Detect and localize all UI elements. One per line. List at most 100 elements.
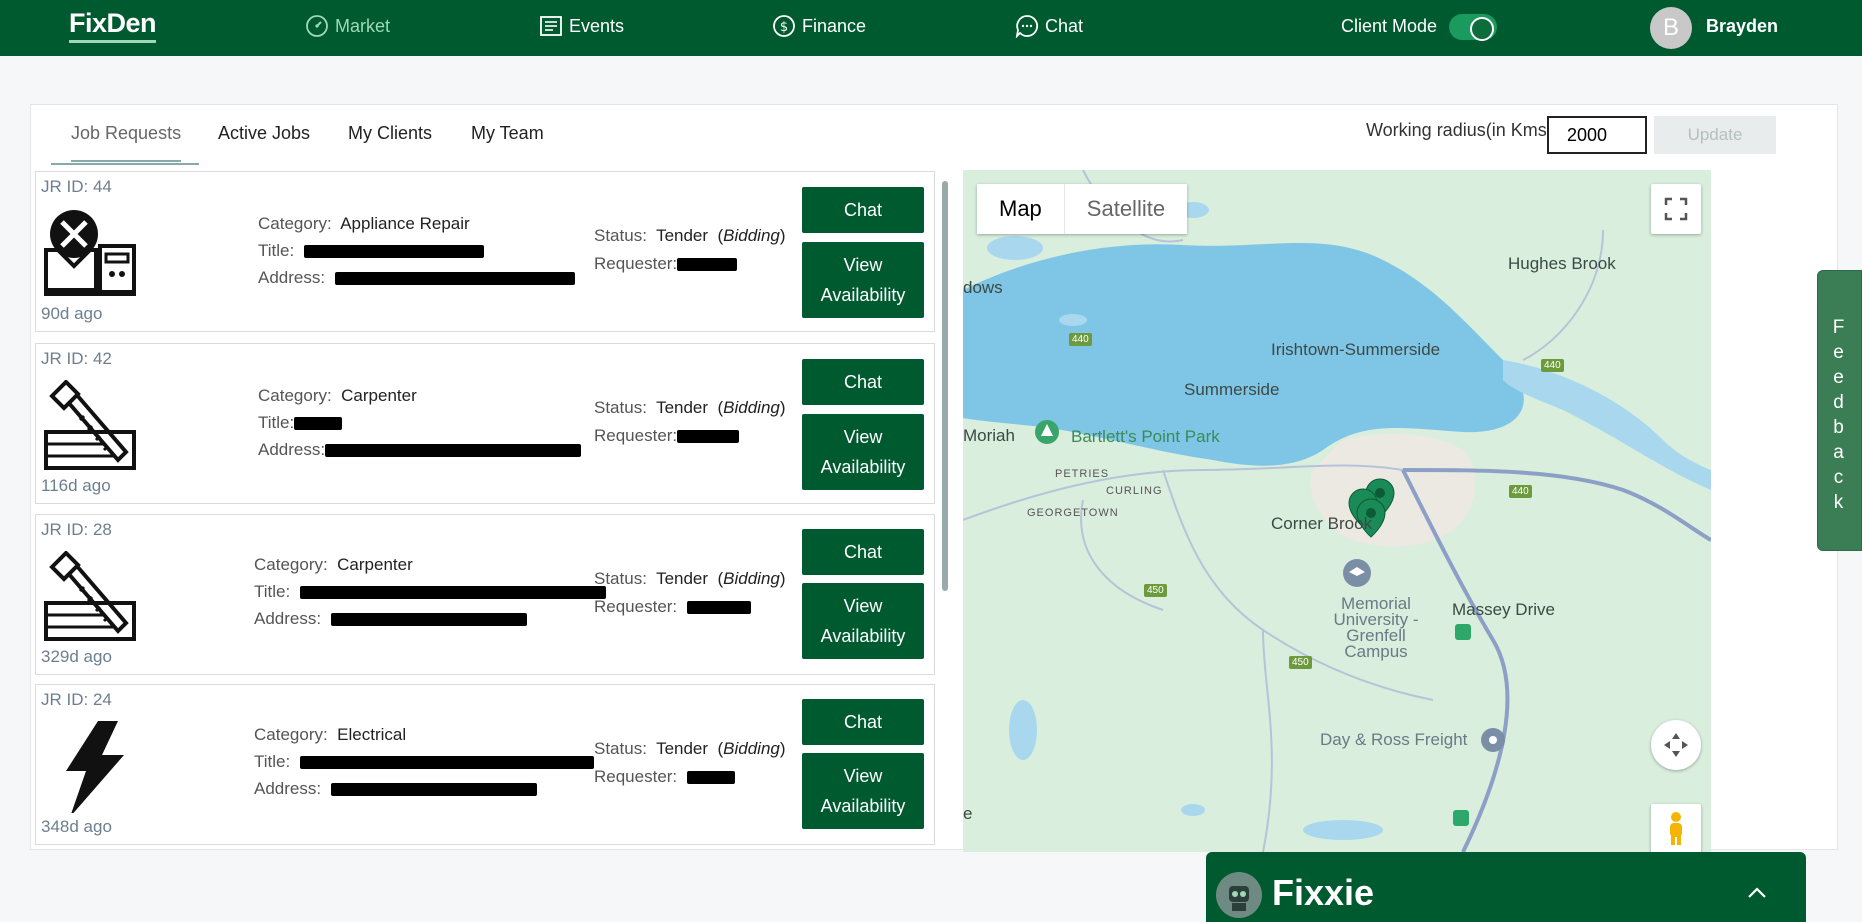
job-status: Status: Tender (Bidding) Requester: (594, 398, 786, 445)
map-label: Moriah (963, 426, 1015, 445)
address-label: Address: (258, 268, 326, 287)
recenter-button[interactable] (1651, 720, 1701, 770)
view-availability-button[interactable]: View Availability (802, 753, 924, 829)
map-type-satellite-button[interactable]: Satellite (1063, 184, 1187, 234)
map-label: GEORGETOWN (1027, 507, 1119, 519)
tab-my-team[interactable]: My Team (471, 123, 544, 160)
job-list-scrollbar[interactable] (941, 173, 949, 849)
client-mode-label: Client Mode (1341, 16, 1438, 36)
nav-item-finance[interactable]: $ Finance (772, 14, 866, 38)
redacted-address (325, 444, 582, 458)
street-view-pegman[interactable] (1651, 804, 1701, 852)
job-status: Status: Tender (Bidding) Requester: (594, 226, 786, 273)
redacted-address (334, 272, 575, 286)
job-row: JR ID: 44 90d ago Category: Appliance Re… (35, 171, 935, 332)
brand-logo[interactable]: FixDen (69, 8, 157, 43)
map-label: Memorial University - Grenfell Campus (1333, 594, 1419, 661)
saw-icon (44, 380, 136, 470)
chat-bubble-icon (1015, 15, 1039, 38)
status-label: Status: (594, 226, 647, 245)
category-value: Appliance Repair (340, 214, 470, 233)
avatar[interactable]: B (1650, 7, 1692, 49)
tab-my-clients[interactable]: My Clients (348, 123, 432, 160)
speedometer-icon (306, 15, 328, 37)
map-label: dows (963, 278, 1003, 297)
fixxie-chat-widget[interactable]: Fixxie (1206, 852, 1806, 922)
status-value: Tender (656, 569, 709, 588)
feedback-tab[interactable]: Feedback (1817, 270, 1862, 551)
redacted-title (299, 756, 594, 770)
appliance-repair-icon (44, 210, 136, 296)
view-availability-button[interactable]: View Availability (802, 414, 924, 490)
view-label: View (843, 427, 883, 447)
map-label: Bartlett's Point Park (1071, 427, 1220, 446)
highway-shield: 450 (1144, 584, 1167, 597)
category-label: Category: (254, 725, 328, 744)
map-label: Day & Ross Freight (1320, 730, 1468, 749)
highway-shield: 440 (1509, 485, 1532, 498)
map-label: Summerside (1184, 380, 1280, 399)
category-value: Electrical (337, 725, 407, 744)
nav-item-events[interactable]: Events (539, 14, 624, 38)
map-label: Corner Brook (1271, 514, 1373, 533)
map-label: Hughes Brook (1508, 254, 1616, 273)
title-label: Title: (258, 413, 295, 432)
job-row: JR ID: 24 348d ago Category: Electrical … (35, 684, 935, 845)
job-info: Category: Carpenter Title: Address: (254, 551, 606, 632)
tab-job-requests[interactable]: Job Requests (71, 123, 182, 162)
category-value: Carpenter (337, 555, 413, 574)
redacted-requester (686, 601, 751, 615)
status-value: Tender (656, 398, 709, 417)
job-map[interactable]: Map Satellite Hughes Brook dows Irishtow… (963, 170, 1711, 852)
dollar-circle-icon: $ (773, 15, 795, 37)
status-detail: Bidding (723, 569, 780, 588)
working-radius-input[interactable] (1547, 116, 1647, 154)
view-availability-button[interactable]: View Availability (802, 242, 924, 318)
update-button[interactable]: Update (1654, 116, 1776, 154)
status-label: Status: (594, 569, 647, 588)
fixxie-title: Fixxie (1272, 872, 1375, 913)
redacted-requester (686, 771, 735, 785)
scrollbar-thumb[interactable] (942, 181, 948, 591)
username[interactable]: Brayden (1706, 16, 1778, 37)
nav-item-label: Events (569, 15, 625, 36)
job-info: Category: Appliance Repair Title: Addres… (258, 210, 575, 291)
address-label: Address: (254, 609, 322, 628)
title-label: Title: (258, 241, 295, 260)
map-label: PETRIES (1055, 468, 1110, 480)
job-request-list: JR ID: 44 90d ago Category: Appliance Re… (35, 171, 937, 849)
highway-shield: 450 (1289, 656, 1312, 669)
job-row: JR ID: 42 116d ago Category: Carpenter T… (35, 343, 935, 504)
title-label: Title: (254, 582, 291, 601)
nav-item-market[interactable]: Market (305, 14, 390, 38)
job-age: 329d ago (41, 647, 112, 666)
requester-label: Requester: (594, 426, 678, 445)
map-type-control: Map Satellite (977, 184, 1188, 234)
feedback-label: Feedback (1832, 317, 1847, 513)
fullscreen-button[interactable] (1651, 184, 1701, 234)
chevron-up-icon[interactable] (1742, 878, 1772, 908)
status-label: Status: (594, 398, 647, 417)
map-type-map-button[interactable]: Map (977, 184, 1064, 234)
availability-label: Availability (820, 626, 906, 646)
redacted-requester (677, 430, 740, 444)
nav-item-chat[interactable]: Chat (1015, 14, 1083, 38)
availability-label: Availability (820, 796, 906, 816)
chat-button[interactable]: Chat (802, 187, 924, 233)
view-availability-button[interactable]: View Availability (802, 583, 924, 659)
client-mode-toggle[interactable] (1449, 14, 1497, 41)
status-value: Tender (656, 739, 709, 758)
redacted-requester (677, 258, 738, 272)
tab-active-jobs[interactable]: Active Jobs (218, 123, 310, 160)
job-id: JR ID: 42 (41, 349, 112, 368)
address-label: Address: (254, 779, 322, 798)
title-label: Title: (254, 752, 291, 771)
highway-shield: 440 (1541, 359, 1564, 372)
active-tab-underline (51, 163, 199, 165)
chat-button[interactable]: Chat (802, 699, 924, 745)
map-label: CURLING (1106, 485, 1163, 497)
job-id: JR ID: 24 (41, 690, 112, 709)
redacted-title (294, 417, 343, 431)
chat-button[interactable]: Chat (802, 529, 924, 575)
chat-button[interactable]: Chat (802, 359, 924, 405)
